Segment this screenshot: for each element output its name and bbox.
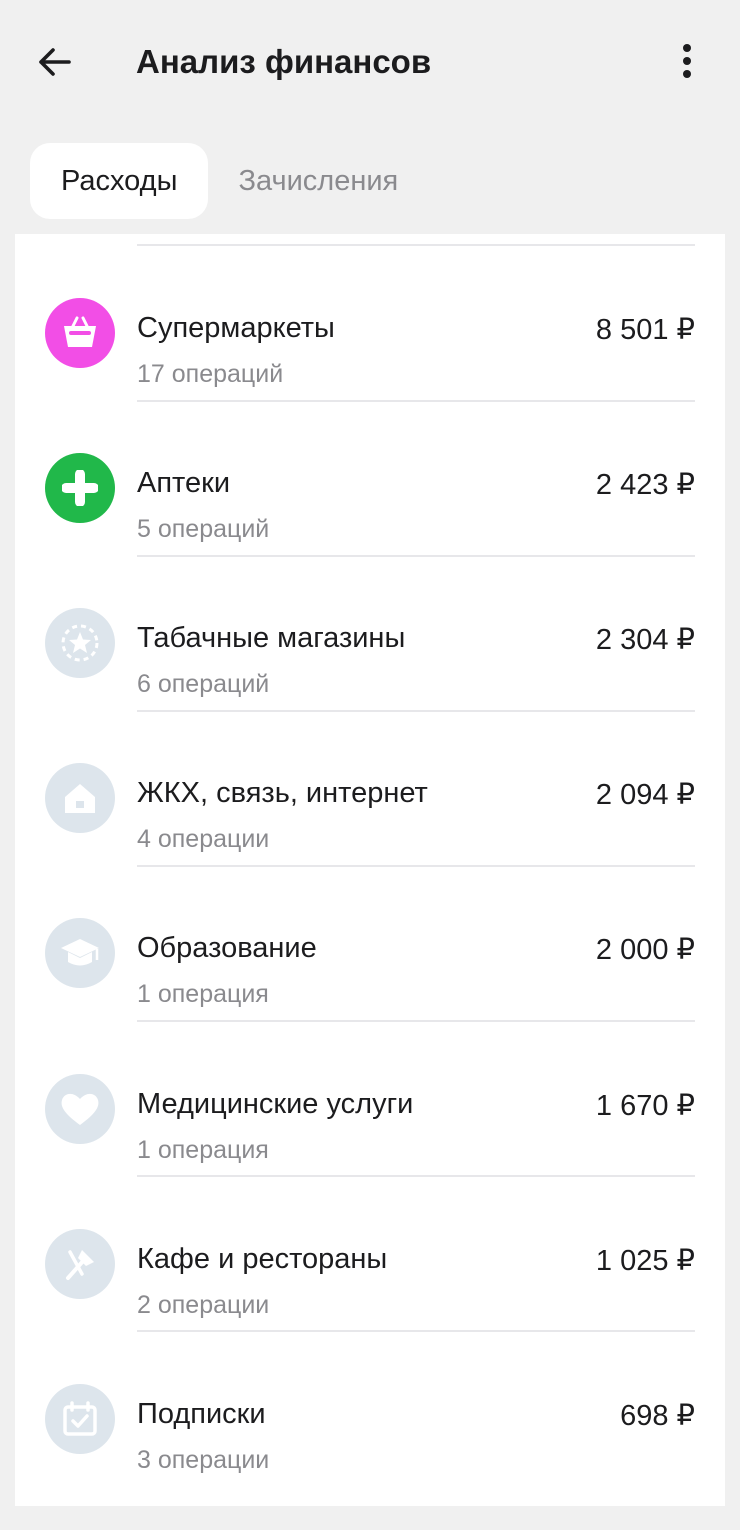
- graduation-cap-icon: [45, 918, 115, 988]
- operations-count: 5 операций: [137, 515, 270, 543]
- plus-cross-icon: [45, 453, 115, 523]
- divider: [137, 400, 695, 402]
- operations-count: 4 операции: [137, 825, 270, 853]
- category-amount: 1 670 ₽: [595, 1090, 695, 1122]
- category-amount: 698 ₽: [620, 1400, 695, 1432]
- star-icon: [45, 608, 115, 678]
- category-name: Образование: [137, 932, 317, 964]
- arrow-left-icon: [39, 48, 71, 76]
- divider: [137, 244, 695, 246]
- more-options-button[interactable]: [664, 38, 710, 84]
- operations-count: 3 операции: [137, 1446, 270, 1474]
- category-row-subscriptions[interactable]: Подписки 3 операции 698 ₽: [15, 1354, 725, 1509]
- operations-count: 17 операций: [137, 360, 284, 388]
- category-amount: 1 025 ₽: [595, 1245, 695, 1277]
- divider: [137, 865, 695, 867]
- category-name: ЖКХ, связь, интернет: [137, 777, 428, 809]
- divider: [137, 1175, 695, 1177]
- divider: [137, 1020, 695, 1022]
- category-name: Аптеки: [137, 467, 231, 499]
- category-name: Табачные магазины: [137, 622, 406, 654]
- basket-icon: [45, 298, 115, 368]
- category-name: Кафе и рестораны: [137, 1243, 388, 1275]
- more-vertical-icon: [683, 44, 691, 78]
- category-amount: 2 423 ₽: [595, 469, 695, 501]
- operations-count: 6 операций: [137, 670, 270, 698]
- divider: [137, 710, 695, 712]
- operations-count: 2 операции: [137, 1291, 270, 1319]
- house-icon: [45, 763, 115, 833]
- category-list: Супермаркеты 17 операций 8 501 ₽ Аптеки …: [15, 234, 725, 1506]
- tab-expenses[interactable]: Расходы: [30, 143, 209, 219]
- category-amount: 2 094 ₽: [595, 779, 695, 811]
- divider: [137, 555, 695, 557]
- operations-count: 1 операция: [137, 980, 269, 1008]
- category-name: Медицинские услуги: [137, 1088, 414, 1120]
- calendar-check-icon: [45, 1384, 115, 1454]
- page-title: Анализ финансов: [136, 43, 432, 80]
- back-button[interactable]: [32, 40, 76, 84]
- category-amount: 2 000 ₽: [595, 934, 695, 966]
- category-name: Подписки: [137, 1398, 266, 1430]
- tab-income[interactable]: Зачисления: [208, 143, 429, 219]
- tab-bar: Расходы Зачисления: [30, 143, 429, 219]
- heart-icon: [45, 1074, 115, 1144]
- category-amount: 2 304 ₽: [595, 624, 695, 656]
- fork-knife-icon: [45, 1229, 115, 1299]
- app-header: Анализ финансов: [0, 0, 740, 122]
- category-amount: 8 501 ₽: [595, 314, 695, 346]
- category-name: Супермаркеты: [137, 312, 335, 344]
- operations-count: 1 операция: [137, 1136, 269, 1164]
- divider: [137, 1330, 695, 1332]
